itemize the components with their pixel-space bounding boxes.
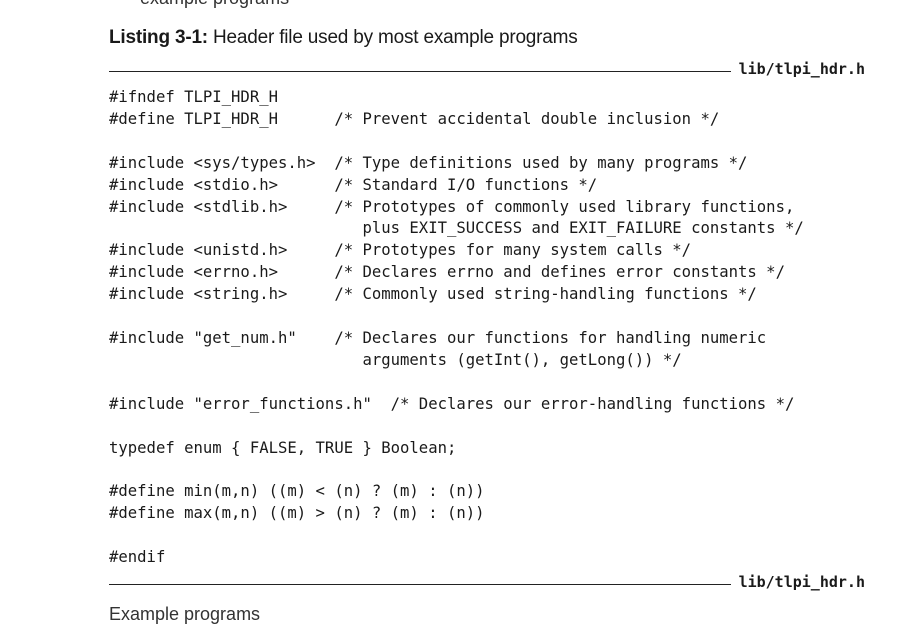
code-line: #include <stdlib.h> /* Prototypes of com… [109, 197, 795, 216]
top-file-label: lib/tlpi_hdr.h [738, 60, 865, 78]
code-line: #include <unistd.h> /* Prototypes for ma… [109, 241, 692, 260]
code-line: arguments (getInt(), getLong()) */ [109, 350, 682, 369]
listing-bottom-rule: lib/tlpi_hdr.h [109, 573, 869, 595]
previous-text-fragment: example programs [140, 0, 289, 9]
listing-caption-label: Listing 3-1: [109, 27, 208, 48]
listing-top-rule: lib/tlpi_hdr.h [109, 60, 869, 82]
code-line: #define max(m,n) ((m) > (n) ? (m) : (n)) [109, 504, 485, 523]
code-listing: #ifndef TLPI_HDR_H #define TLPI_HDR_H /*… [109, 87, 804, 569]
next-text-fragment: Example programs [109, 604, 261, 624]
bottom-file-label: lib/tlpi_hdr.h [738, 573, 865, 591]
code-line: #define TLPI_HDR_H /* Prevent accidental… [109, 109, 720, 128]
code-line: #define min(m,n) ((m) < (n) ? (m) : (n)) [109, 482, 485, 501]
top-rule-line [109, 71, 731, 72]
code-line: #include <sys/types.h> /* Type definitio… [109, 153, 748, 172]
code-line: #include "get_num.h" /* Declares our fun… [109, 328, 767, 347]
code-line: #include <errno.h> /* Declares errno and… [109, 263, 785, 282]
listing-caption: Listing 3-1: Header file used by most ex… [109, 27, 578, 49]
code-line: #include <stdio.h> /* Standard I/O funct… [109, 175, 598, 194]
bottom-rule-line [109, 584, 731, 585]
code-line: #include "error_functions.h" /* Declares… [109, 394, 795, 413]
code-line: plus EXIT_SUCCESS and EXIT_FAILURE const… [109, 219, 804, 238]
code-line: #ifndef TLPI_HDR_H [109, 88, 278, 106]
listing-caption-text: Header file used by most example program… [207, 27, 578, 48]
code-line: #endif [109, 548, 166, 567]
code-line: #include <string.h> /* Commonly used str… [109, 285, 757, 304]
code-line: typedef enum { FALSE, TRUE } Boolean; [109, 438, 457, 457]
